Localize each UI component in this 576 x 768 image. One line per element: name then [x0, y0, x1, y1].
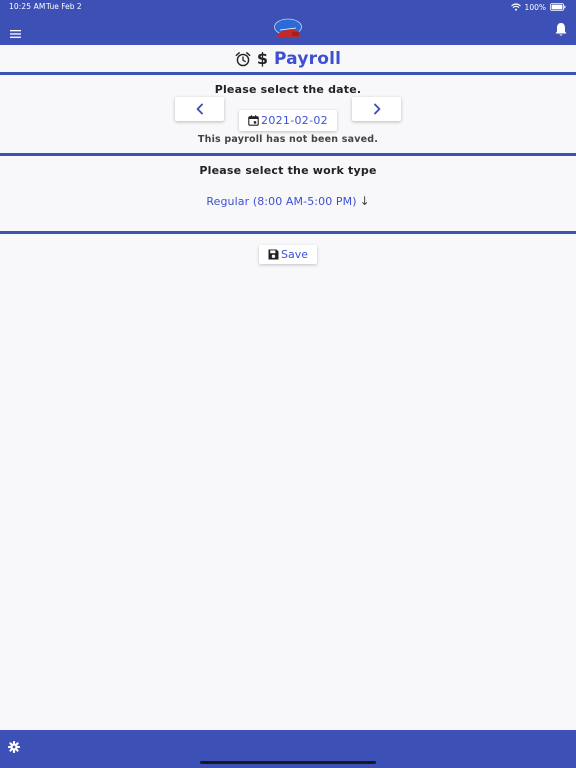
status-indicators: 100% — [510, 2, 566, 12]
work-type-value: Regular (8:00 AM-5:00 PM) — [206, 194, 357, 208]
chevron-right-icon — [372, 100, 382, 119]
work-type-section-label: Please select the work type — [199, 164, 377, 177]
next-date-button[interactable] — [352, 97, 401, 121]
page-title-row: $ Payroll — [0, 45, 576, 72]
app-footer — [0, 730, 576, 768]
wifi-icon — [510, 3, 521, 11]
battery-percent: 100% — [524, 2, 546, 12]
alarm-clock-icon — [235, 51, 251, 67]
save-button[interactable]: Save — [259, 245, 317, 264]
floppy-disk-icon — [268, 249, 279, 260]
date-section-label: Please select the date. — [214, 83, 362, 96]
dollar-icon: $ — [256, 48, 268, 68]
home-indicator[interactable] — [200, 761, 376, 764]
page-title: Payroll — [273, 48, 342, 69]
section-divider-middle — [0, 153, 576, 156]
date-picker-button[interactable]: 2021-02-02 — [239, 110, 337, 131]
chevron-left-icon — [195, 100, 205, 119]
section-divider-bottom — [0, 231, 576, 234]
logo-icon — [272, 18, 304, 40]
status-date: Tue Feb 2 — [46, 2, 82, 11]
app-header: 10:25 AM Tue Feb 2 100% — [0, 0, 576, 45]
section-divider-top — [0, 72, 576, 75]
work-type-select[interactable]: Regular (8:00 AM-5:00 PM) ↓ — [0, 193, 576, 209]
battery-icon — [550, 3, 566, 11]
gear-icon[interactable] — [7, 738, 21, 754]
menu-icon[interactable] — [10, 24, 22, 38]
bell-icon[interactable] — [554, 22, 568, 37]
arrow-down-icon: ↓ — [359, 194, 370, 208]
previous-date-button[interactable] — [175, 97, 224, 121]
status-time: 10:25 AM — [9, 2, 46, 11]
save-button-label: Save — [280, 248, 308, 261]
save-status-message: This payroll has not been saved. — [197, 134, 379, 145]
calendar-icon — [248, 115, 259, 126]
date-value: 2021-02-02 — [261, 114, 328, 127]
